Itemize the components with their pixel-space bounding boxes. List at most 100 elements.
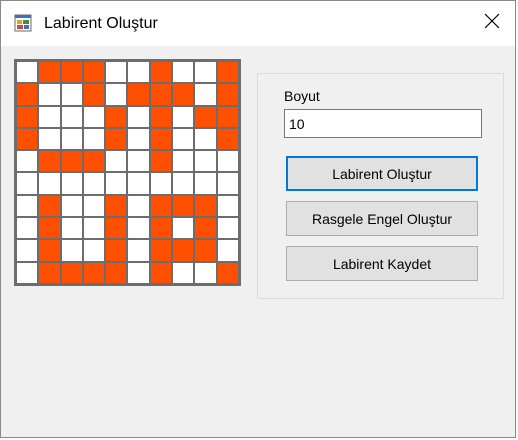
maze-cell-open[interactable] (217, 173, 238, 194)
maze-cell-wall[interactable] (150, 62, 172, 83)
maze-cell-open[interactable] (128, 62, 149, 83)
maze-cell-wall[interactable] (106, 128, 127, 150)
maze-cell-wall[interactable] (83, 262, 105, 283)
maze-cell-open[interactable] (173, 173, 194, 194)
maze-cell-open[interactable] (17, 151, 38, 172)
maze-cell-open[interactable] (17, 195, 38, 217)
maze-cell-wall[interactable] (173, 240, 194, 261)
maze-cell-wall[interactable] (106, 195, 127, 217)
maze-cell-open[interactable] (83, 195, 105, 217)
maze-cell-open[interactable] (83, 106, 105, 127)
maze-cell-open[interactable] (195, 62, 216, 83)
maze-grid[interactable] (14, 59, 241, 286)
maze-cell-open[interactable] (195, 173, 216, 194)
maze-cell-open[interactable] (128, 151, 149, 172)
maze-cell-wall[interactable] (17, 128, 38, 150)
maze-cell-wall[interactable] (195, 240, 216, 261)
maze-cell-wall[interactable] (173, 84, 194, 105)
maze-cell-wall[interactable] (39, 262, 60, 283)
maze-cell-open[interactable] (39, 84, 60, 105)
maze-cell-wall[interactable] (173, 195, 194, 217)
maze-cell-open[interactable] (173, 106, 194, 127)
maze-cell-open[interactable] (83, 173, 105, 194)
maze-cell-open[interactable] (106, 62, 127, 83)
maze-cell-wall[interactable] (195, 195, 216, 217)
maze-cell-open[interactable] (195, 128, 216, 150)
maze-cell-wall[interactable] (83, 84, 105, 105)
maze-cell-open[interactable] (173, 262, 194, 283)
maze-cell-wall[interactable] (39, 62, 60, 83)
maze-cell-wall[interactable] (106, 218, 127, 239)
maze-cell-wall[interactable] (150, 106, 172, 127)
maze-cell-open[interactable] (150, 173, 172, 194)
maze-cell-open[interactable] (217, 151, 238, 172)
maze-cell-open[interactable] (173, 128, 194, 150)
save-maze-button[interactable]: Labirent Kaydet (286, 246, 478, 281)
maze-cell-wall[interactable] (39, 218, 60, 239)
maze-cell-open[interactable] (17, 62, 38, 83)
maze-cell-open[interactable] (61, 128, 82, 150)
maze-cell-wall[interactable] (17, 106, 38, 127)
maze-cell-open[interactable] (39, 128, 60, 150)
maze-cell-open[interactable] (106, 173, 127, 194)
maze-cell-open[interactable] (217, 240, 238, 261)
maze-cell-wall[interactable] (150, 262, 172, 283)
maze-cell-wall[interactable] (195, 106, 216, 127)
maze-cell-open[interactable] (173, 151, 194, 172)
maze-cell-open[interactable] (83, 218, 105, 239)
maze-cell-open[interactable] (61, 173, 82, 194)
maze-cell-wall[interactable] (128, 84, 149, 105)
maze-cell-wall[interactable] (61, 62, 82, 83)
maze-cell-wall[interactable] (150, 218, 172, 239)
maze-cell-open[interactable] (128, 240, 149, 261)
maze-cell-open[interactable] (128, 262, 149, 283)
maze-cell-wall[interactable] (195, 218, 216, 239)
maze-cell-open[interactable] (217, 218, 238, 239)
random-obstacle-button[interactable]: Rasgele Engel Oluştur (286, 201, 478, 236)
create-maze-button[interactable]: Labirent Oluştur (286, 156, 478, 191)
maze-cell-wall[interactable] (217, 106, 238, 127)
maze-cell-wall[interactable] (106, 262, 127, 283)
maze-cell-open[interactable] (39, 106, 60, 127)
maze-cell-wall[interactable] (39, 151, 60, 172)
maze-cell-wall[interactable] (150, 151, 172, 172)
close-button[interactable] (469, 1, 515, 46)
maze-cell-wall[interactable] (39, 240, 60, 261)
maze-cell-open[interactable] (128, 218, 149, 239)
maze-cell-wall[interactable] (217, 84, 238, 105)
maze-cell-open[interactable] (17, 218, 38, 239)
maze-cell-wall[interactable] (17, 84, 38, 105)
maze-cell-open[interactable] (173, 218, 194, 239)
maze-cell-open[interactable] (128, 195, 149, 217)
maze-cell-open[interactable] (83, 128, 105, 150)
maze-cell-wall[interactable] (39, 195, 60, 217)
maze-cell-open[interactable] (128, 173, 149, 194)
maze-cell-open[interactable] (61, 195, 82, 217)
maze-cell-wall[interactable] (150, 128, 172, 150)
maze-cell-wall[interactable] (150, 240, 172, 261)
maze-cell-open[interactable] (128, 128, 149, 150)
maze-cell-wall[interactable] (61, 262, 82, 283)
maze-cell-open[interactable] (128, 106, 149, 127)
size-input[interactable] (284, 109, 482, 138)
maze-cell-open[interactable] (61, 240, 82, 261)
maze-cell-open[interactable] (195, 151, 216, 172)
maze-cell-open[interactable] (17, 240, 38, 261)
maze-cell-wall[interactable] (83, 151, 105, 172)
maze-cell-open[interactable] (217, 195, 238, 217)
maze-cell-open[interactable] (39, 173, 60, 194)
maze-cell-open[interactable] (61, 218, 82, 239)
maze-cell-open[interactable] (83, 240, 105, 261)
maze-cell-open[interactable] (173, 62, 194, 83)
maze-cell-wall[interactable] (61, 151, 82, 172)
maze-cell-open[interactable] (61, 106, 82, 127)
maze-cell-open[interactable] (17, 173, 38, 194)
maze-cell-open[interactable] (106, 84, 127, 105)
maze-cell-open[interactable] (17, 262, 38, 283)
maze-cell-open[interactable] (195, 84, 216, 105)
maze-cell-open[interactable] (61, 84, 82, 105)
maze-cell-wall[interactable] (106, 106, 127, 127)
maze-cell-wall[interactable] (217, 62, 238, 83)
maze-cell-wall[interactable] (150, 195, 172, 217)
maze-cell-wall[interactable] (217, 128, 238, 150)
